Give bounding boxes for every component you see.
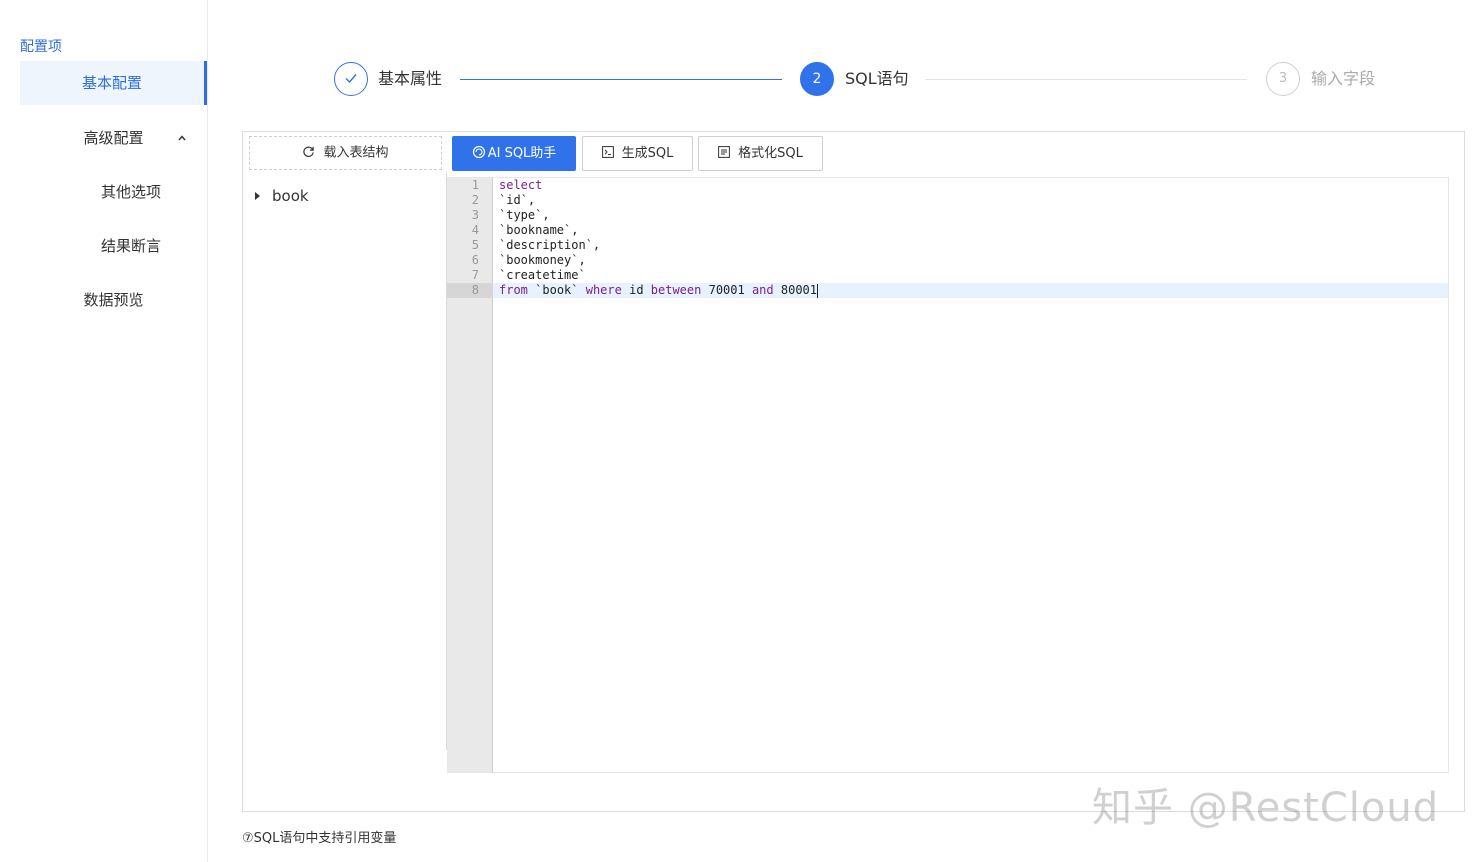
code-line[interactable]: from `book` where id between 70001 and 8…: [499, 283, 818, 298]
check-icon: [343, 71, 359, 87]
line-number: 2: [471, 193, 479, 207]
tree-item-book[interactable]: book: [252, 186, 309, 206]
chevron-up-icon: [177, 116, 187, 160]
step-connector: [460, 79, 782, 80]
sidebar-item-label: 基本配置: [81, 74, 142, 92]
format-button-label: 格式化SQL: [738, 146, 803, 161]
sidebar-item-advanced-config[interactable]: 高级配置: [20, 116, 207, 160]
sidebar-item-data-preview[interactable]: 数据预览: [20, 278, 207, 322]
step-2-circle: 2: [800, 62, 834, 96]
code-line[interactable]: `bookmoney`,: [499, 253, 586, 268]
step-1-label: 基本属性: [378, 69, 443, 88]
code-line[interactable]: `id`,: [499, 193, 535, 208]
text-cursor: [817, 283, 818, 298]
terminal-icon: [601, 137, 614, 170]
generate-button-label: 生成SQL: [621, 146, 674, 161]
step-2-number: 2: [812, 71, 822, 87]
refresh-icon: [302, 137, 315, 169]
line-number: 4: [471, 223, 479, 237]
sidebar-item-label: 数据预览: [83, 291, 144, 309]
tree-item-label: book: [272, 187, 309, 205]
line-number: 8: [471, 283, 479, 297]
sql-editor[interactable]: [447, 177, 1449, 773]
step-connector: [925, 79, 1247, 80]
ai-button-label: AI SQL助手: [487, 146, 557, 161]
code-line[interactable]: `createtime`: [499, 268, 586, 283]
line-number: 3: [471, 208, 479, 222]
line-number: 7: [471, 268, 479, 282]
ai-sql-assistant-button[interactable]: AI SQL助手: [452, 136, 576, 171]
sidebar-item-other-options[interactable]: 其他选项: [20, 170, 207, 214]
caret-right-icon[interactable]: [255, 192, 260, 200]
step-3-circle: 3: [1266, 62, 1300, 96]
code-line[interactable]: `bookname`,: [499, 223, 578, 238]
format-sql-button[interactable]: 格式化SQL: [698, 136, 823, 171]
sidebar-item-result-assertion[interactable]: 结果断言: [20, 224, 207, 268]
openai-icon: [472, 137, 486, 170]
generate-sql-button[interactable]: 生成SQL: [582, 136, 693, 171]
watermark: 知乎 @RestCloud: [1092, 785, 1440, 831]
sidebar-item-label: 结果断言: [101, 237, 162, 255]
step-2-label: SQL语句: [845, 69, 909, 88]
step-1-circle: [334, 62, 368, 96]
step-3-number: 3: [1278, 71, 1288, 86]
document-icon: [718, 137, 731, 170]
load-button-label: 载入表结构: [323, 145, 389, 161]
line-number: 1: [471, 178, 479, 192]
code-line[interactable]: select: [499, 178, 542, 193]
sidebar-title: 配置项: [20, 39, 62, 55]
sidebar-item-label: 高级配置: [83, 129, 144, 147]
code-line[interactable]: `description`,: [499, 238, 600, 253]
load-table-structure-button[interactable]: 载入表结构: [249, 136, 442, 170]
sidebar-item-basic-config[interactable]: 基本配置: [20, 61, 207, 105]
line-number: 5: [471, 238, 479, 252]
step-3-label: 输入字段: [1311, 69, 1376, 88]
line-number: 6: [471, 253, 479, 267]
sql-variable-hint: ⑦SQL语句中支持引用变量: [242, 831, 397, 846]
sidebar-item-label: 其他选项: [101, 183, 162, 201]
code-line[interactable]: `type`,: [499, 208, 550, 223]
